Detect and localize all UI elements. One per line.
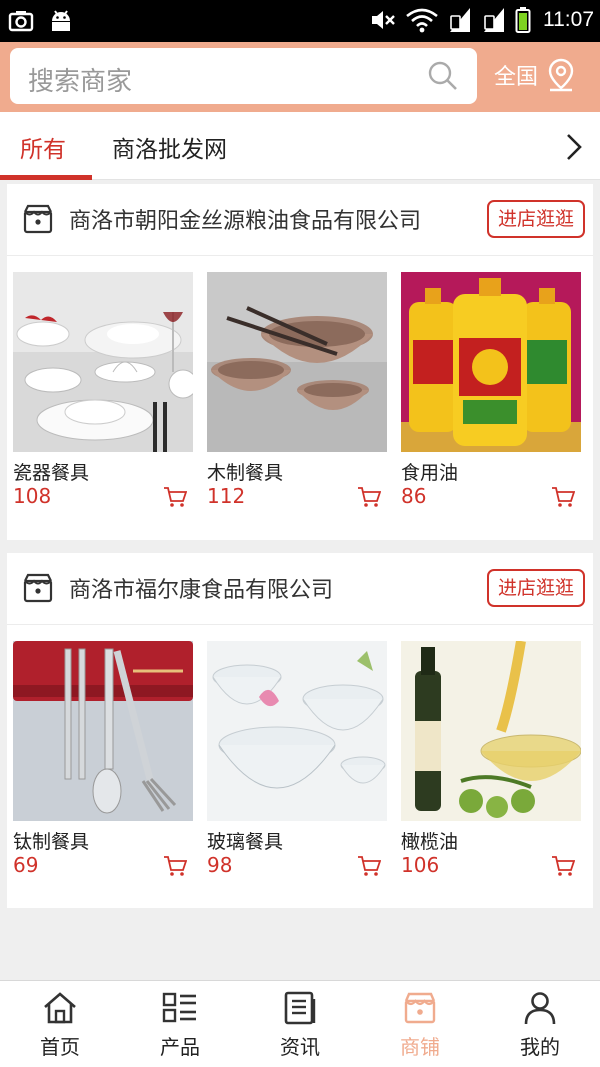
clock: 11:07	[543, 8, 594, 31]
shop-header: 商洛市朝阳金丝源粮油食品有限公司 进店逛逛	[7, 184, 593, 256]
location-pin-icon	[548, 58, 574, 92]
active-tab-indicator	[0, 175, 92, 180]
nav-shops[interactable]: 商铺	[360, 981, 480, 1067]
shop-header: 商洛市福尔康食品有限公司 进店逛逛	[7, 553, 593, 625]
product-item[interactable]: 食用油 86	[401, 272, 581, 508]
product-item[interactable]: 瓷器餐具 108	[13, 272, 193, 508]
wifi-icon	[406, 8, 438, 33]
nav-profile[interactable]: 我的	[480, 981, 600, 1067]
add-to-cart-icon[interactable]	[357, 486, 381, 508]
product-image-glass-tableware[interactable]	[207, 641, 387, 821]
nav-label: 我的	[520, 1035, 560, 1059]
tab-all[interactable]: 所有	[20, 130, 66, 164]
user-icon	[524, 992, 556, 1025]
search-header: 搜索商家 全国	[0, 42, 600, 112]
nav-label: 产品	[160, 1035, 200, 1059]
add-to-cart-icon[interactable]	[357, 855, 381, 877]
product-item[interactable]: 钛制餐具 69	[13, 641, 193, 877]
product-row: 钛制餐具 69 玻璃餐具 98 橄榄油 106	[13, 641, 587, 893]
product-item[interactable]: 玻璃餐具 98	[207, 641, 387, 877]
shop-card: 商洛市朝阳金丝源粮油食品有限公司 进店逛逛 瓷器餐具 108 木制餐具 112 …	[7, 184, 593, 540]
nav-news[interactable]: 资讯	[240, 981, 360, 1067]
region-label: 全国	[494, 65, 539, 90]
shop-name[interactable]: 商洛市朝阳金丝源粮油食品有限公司	[69, 203, 421, 235]
search-icon[interactable]	[427, 60, 459, 92]
enter-shop-button[interactable]: 进店逛逛	[487, 200, 585, 238]
nav-label: 商铺	[400, 1035, 440, 1059]
storefront-icon	[23, 204, 53, 234]
product-name: 木制餐具	[207, 462, 284, 484]
product-row: 瓷器餐具 108 木制餐具 112 食用油 86	[13, 272, 587, 524]
news-icon	[284, 991, 316, 1025]
add-to-cart-icon[interactable]	[163, 855, 187, 877]
product-image-wooden-tableware[interactable]	[207, 272, 387, 452]
category-tabs: 所有 商洛批发网	[0, 112, 600, 180]
mute-icon	[372, 11, 395, 29]
region-selector[interactable]: 全国	[494, 58, 576, 92]
home-icon	[44, 992, 76, 1024]
sim-signal-icon	[450, 8, 470, 32]
status-bar: 11:07	[0, 0, 600, 42]
product-name: 瓷器餐具	[13, 462, 90, 484]
nav-home[interactable]: 首页	[0, 981, 120, 1067]
product-image-porcelain-tableware[interactable]	[13, 272, 193, 452]
product-image-cooking-oil[interactable]	[401, 272, 581, 452]
android-icon	[52, 10, 70, 31]
product-image-titanium-tableware[interactable]	[13, 641, 193, 821]
shop-name[interactable]: 商洛市福尔康食品有限公司	[69, 572, 333, 604]
enter-shop-button[interactable]: 进店逛逛	[487, 569, 585, 607]
search-placeholder: 搜索商家	[28, 67, 133, 97]
add-to-cart-icon[interactable]	[551, 486, 575, 508]
battery-icon	[515, 7, 531, 33]
storefront-icon	[23, 573, 53, 603]
nav-products[interactable]: 产品	[120, 981, 240, 1067]
product-item[interactable]: 橄榄油 106	[401, 641, 581, 877]
shop-card: 商洛市福尔康食品有限公司 进店逛逛 钛制餐具 69 玻璃餐具 98 橄榄油 10…	[7, 553, 593, 908]
search-input[interactable]: 搜索商家	[10, 48, 477, 104]
add-to-cart-icon[interactable]	[163, 486, 187, 508]
product-name: 橄榄油	[401, 831, 459, 853]
chevron-right-icon[interactable]	[564, 132, 584, 162]
product-image-olive-oil[interactable]	[401, 641, 581, 821]
sim-signal-icon	[484, 8, 504, 32]
grid-list-icon	[162, 992, 196, 1023]
bottom-navigation: 首页 产品 资讯 商铺 我的	[0, 980, 600, 1067]
product-name: 玻璃餐具	[207, 831, 284, 853]
product-name: 食用油	[401, 462, 459, 484]
screenshot-icon	[8, 11, 34, 32]
shop-icon	[404, 992, 436, 1024]
product-item[interactable]: 木制餐具 112	[207, 272, 387, 508]
nav-label: 资讯	[280, 1035, 320, 1059]
product-name: 钛制餐具	[13, 831, 90, 853]
add-to-cart-icon[interactable]	[551, 855, 575, 877]
nav-label: 首页	[40, 1035, 80, 1059]
tab-shangluo-wholesale[interactable]: 商洛批发网	[112, 130, 227, 164]
